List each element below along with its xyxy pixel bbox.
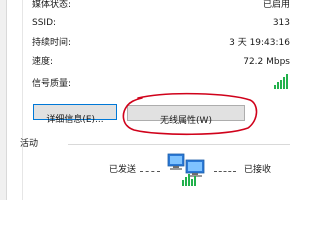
network-computers-icon: [167, 153, 205, 186]
media-state-row: 媒体状态: 已启用: [32, 0, 290, 12]
activity-section-title: 活动: [20, 139, 39, 149]
media-state-value: 已启用: [262, 0, 290, 10]
duration-row: 持续时间: 3 天 19:43:16: [32, 36, 290, 50]
window-left-edge: [0, 0, 7, 200]
speed-row: 速度: 72.2 Mbps: [32, 55, 290, 69]
speed-value: 72.2 Mbps: [243, 57, 290, 67]
ssid-row: SSID: 313: [32, 16, 290, 30]
signal-strength-icon: [274, 74, 288, 89]
signal-row: 信号质量:: [32, 77, 290, 91]
signal-label: 信号质量:: [32, 79, 72, 89]
activity-divider: [68, 144, 290, 145]
group-box-border: [22, 0, 23, 200]
ssid-value: 313: [272, 18, 290, 28]
signal-bar-4: [283, 77, 285, 89]
sent-label: 已发送: [109, 165, 137, 175]
signal-bar-1: [274, 85, 276, 89]
ssid-label: SSID:: [32, 18, 57, 28]
media-state-label: 媒体状态:: [32, 0, 72, 10]
details-button-label: 详细信息(E)...: [46, 115, 104, 125]
signal-bar-2: [277, 82, 279, 89]
speed-label: 速度:: [32, 57, 54, 67]
signal-bar-5: [286, 74, 288, 89]
duration-label: 持续时间:: [32, 38, 72, 48]
received-label: 已接收: [244, 165, 272, 175]
details-button[interactable]: 详细信息(E)...: [33, 104, 117, 125]
wifi-status-window: 媒体状态: 已启用 SSID: 313 持续时间: 3 天 19:43:16 速…: [0, 0, 320, 200]
received-dash-line: [214, 171, 236, 174]
duration-value: 3 天 19:43:16: [229, 38, 290, 48]
wireless-properties-button[interactable]: 无线属性(W): [127, 105, 245, 126]
signal-bar-3: [280, 80, 282, 89]
sent-dash-line: [140, 171, 160, 174]
wireless-properties-button-label: 无线属性(W): [160, 116, 212, 126]
